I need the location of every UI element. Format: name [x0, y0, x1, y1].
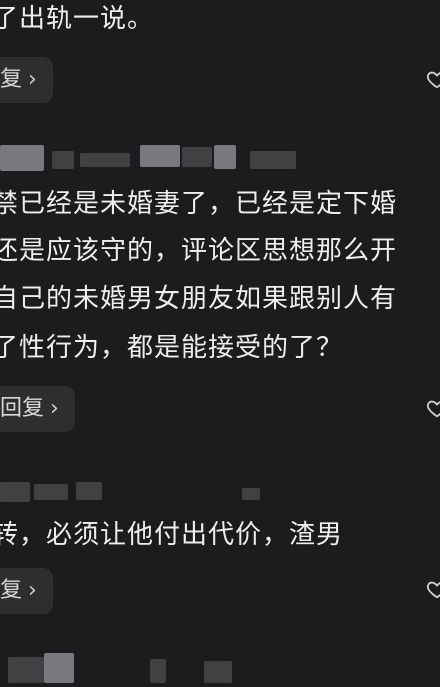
redacted-username: [44, 653, 74, 683]
comment-text-line: 还是应该守的，评论区思想那么开: [0, 236, 398, 266]
redacted-username: [52, 151, 74, 169]
chevron-right-icon: ›: [28, 578, 37, 603]
avatar: [8, 657, 44, 683]
comment-text-line: 了性行为，都是能接受的了？: [0, 333, 344, 363]
comment-meta-redacted: [0, 651, 440, 683]
redacted-timestamp: [242, 488, 260, 500]
redacted-location: [250, 151, 296, 169]
heart-icon[interactable]: [426, 578, 440, 600]
heart-icon[interactable]: [426, 68, 440, 90]
comment-text-line: 禁已经是未婚妻了，已经是定下婚: [0, 189, 398, 219]
comment-text-line: 了出轨一说。: [0, 4, 155, 34]
reply-label: 复: [0, 578, 23, 603]
comment-meta-redacted: [0, 474, 440, 504]
redacted-username: [76, 482, 102, 500]
chevron-right-icon: ›: [50, 396, 59, 421]
comment-meta-redacted: [0, 143, 440, 173]
comment-thread: { "comments": [ { "lines": ["了出轨一说。"], "…: [0, 0, 440, 687]
redacted-username: [80, 153, 130, 167]
reply-label: 回复: [0, 396, 45, 421]
reply-label: 复: [0, 67, 23, 92]
redacted-timestamp: [182, 147, 212, 167]
avatar: [0, 145, 44, 171]
reply-button[interactable]: 复 ›: [0, 57, 53, 103]
redacted-username: [34, 484, 68, 500]
comment-text-line: 转，必须让他付出代价，渣男: [0, 520, 344, 550]
heart-icon[interactable]: [426, 397, 440, 419]
redacted-username: [150, 659, 166, 683]
comment-text-line: 自己的未婚男女朋友如果跟别人有: [0, 284, 398, 314]
chevron-right-icon: ›: [28, 67, 37, 92]
redacted-username: [140, 145, 180, 167]
reply-button[interactable]: 回复 ›: [0, 386, 75, 432]
reply-button[interactable]: 复 ›: [0, 568, 53, 614]
redacted-timestamp: [214, 145, 236, 169]
redacted-username: [0, 482, 30, 502]
redacted-timestamp: [204, 661, 232, 683]
